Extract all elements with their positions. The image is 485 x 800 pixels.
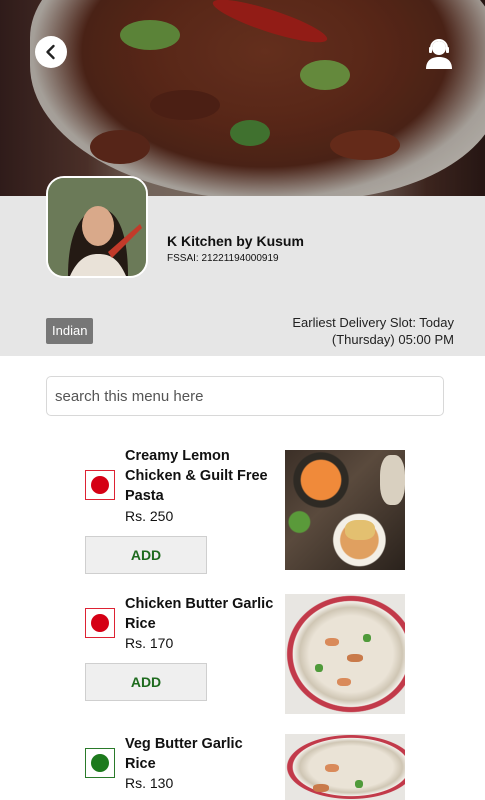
menu-item-name: Veg Butter Garlic Rice <box>125 736 243 772</box>
non-veg-icon <box>85 470 115 500</box>
support-button[interactable] <box>422 36 456 70</box>
delivery-slot-line1: Earliest Delivery Slot: Today <box>292 315 454 330</box>
headset-user-icon <box>426 39 452 69</box>
menu-item-name: Creamy Lemon Chicken & Guilt Free Pasta <box>125 448 268 504</box>
add-button[interactable]: ADD <box>85 536 207 574</box>
menu-item-price: Rs. 170 <box>125 635 174 651</box>
back-button[interactable] <box>35 36 67 68</box>
menu-item-price: Rs. 130 <box>125 775 174 791</box>
veg-icon <box>85 748 115 778</box>
non-veg-icon <box>85 608 115 638</box>
menu-item-name: Chicken Butter Garlic Rice <box>125 596 274 632</box>
chevron-left-icon <box>46 44 55 60</box>
menu-item-image <box>285 450 405 570</box>
cuisine-tag: Indian <box>46 318 94 344</box>
hero-image <box>0 0 485 196</box>
menu-item-image <box>285 734 405 800</box>
menu-item: Creamy Lemon Chicken & Guilt Free Pasta … <box>85 448 405 578</box>
fssai-number: FSSAI: 21221194000919 <box>167 253 279 264</box>
menu-item: Veg Butter Garlic Rice Rs. 130 <box>85 734 405 800</box>
menu-item-image <box>285 594 405 714</box>
kitchen-avatar <box>46 176 148 278</box>
menu-search-input[interactable] <box>46 376 444 416</box>
delivery-slot-line2: (Thursday) 05:00 PM <box>331 332 454 347</box>
menu-item: Chicken Butter Garlic Rice Rs. 170 ADD <box>85 594 405 724</box>
add-button[interactable]: ADD <box>85 663 207 701</box>
kitchen-name: K Kitchen by Kusum <box>167 233 304 249</box>
delivery-slot: Earliest Delivery Slot: Today (Thursday)… <box>254 314 454 348</box>
menu-item-price: Rs. 250 <box>125 508 174 524</box>
